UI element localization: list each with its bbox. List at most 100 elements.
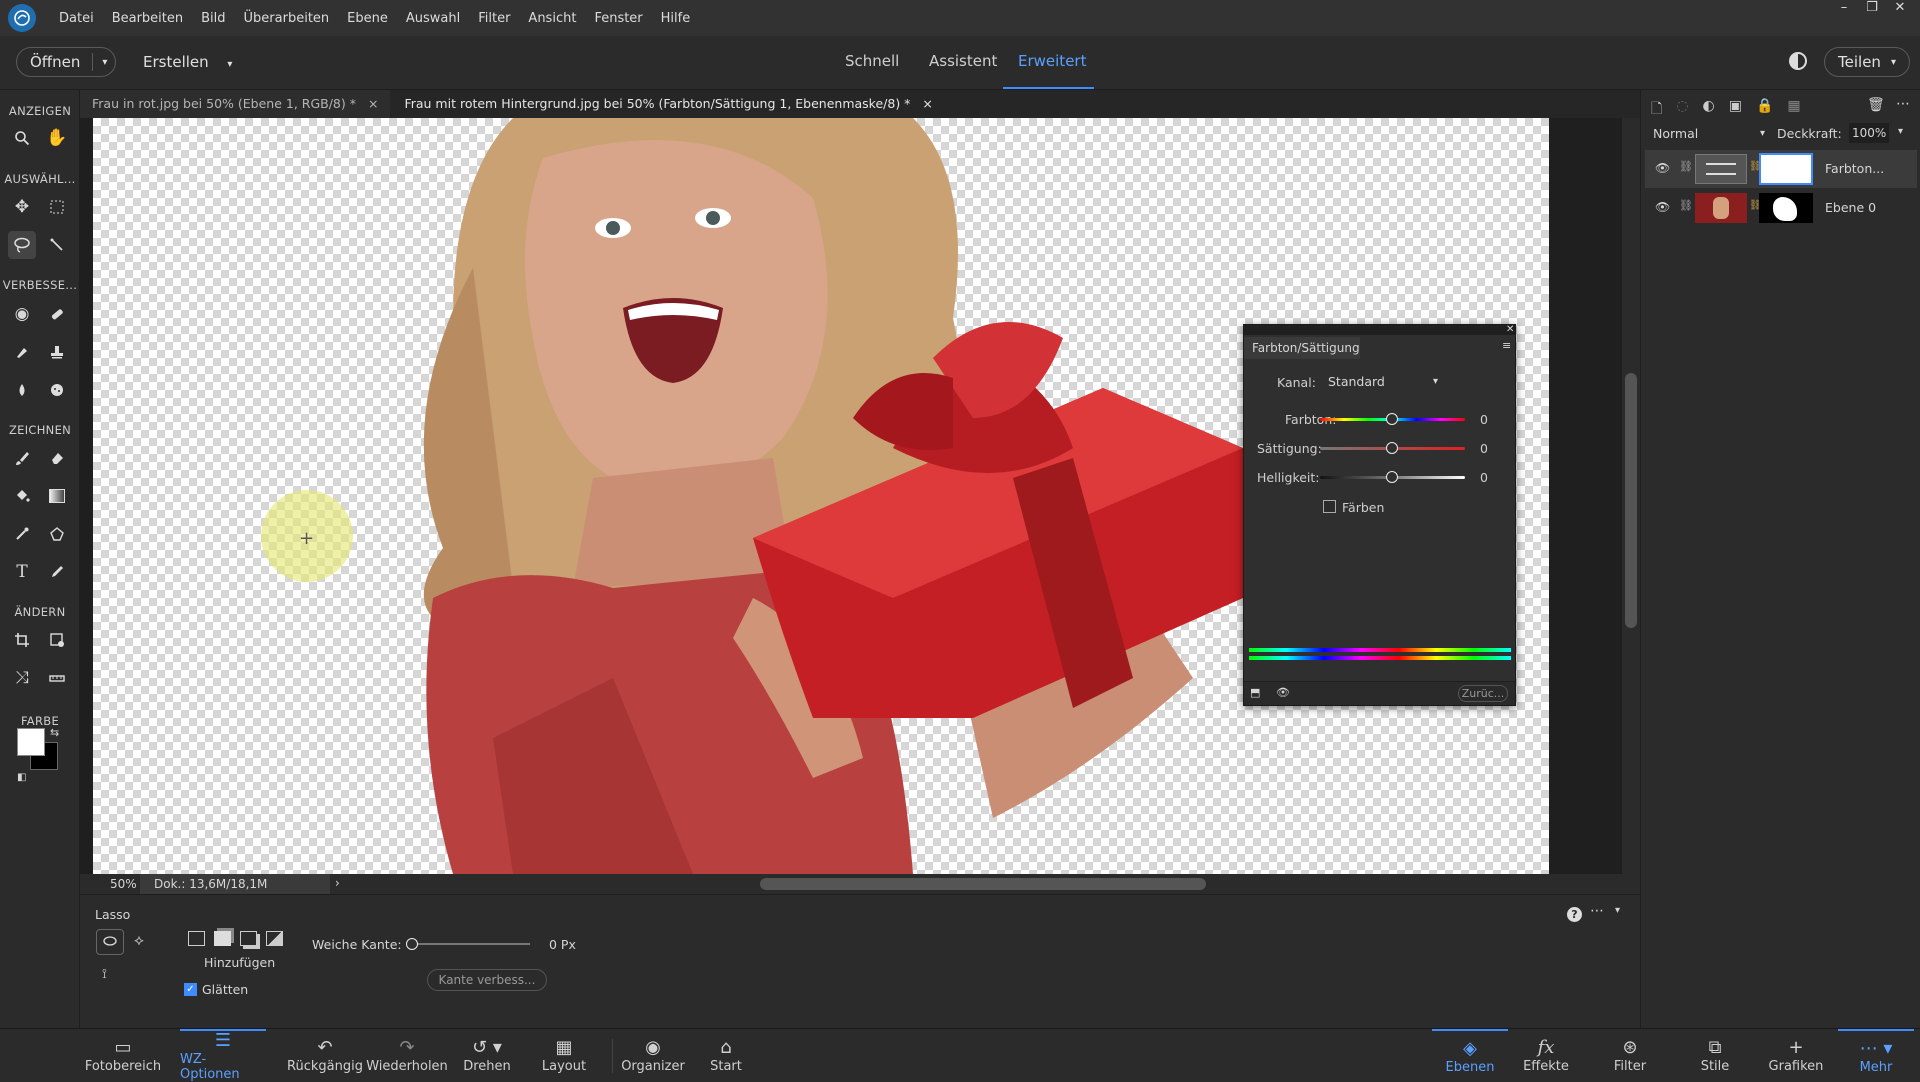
content-aware-move-tool-icon[interactable]: ⤨ bbox=[8, 664, 36, 692]
tool-options-button[interactable]: ☰ WZ-Optionen bbox=[180, 1029, 266, 1082]
close-tab-icon[interactable]: × bbox=[368, 96, 378, 111]
menu-ebene[interactable]: Ebene bbox=[338, 11, 397, 26]
blend-mode-select[interactable]: Normal ▾ bbox=[1649, 122, 1769, 144]
foreground-color-swatch[interactable] bbox=[17, 728, 45, 756]
subtract-selection-icon[interactable] bbox=[240, 931, 257, 946]
menu-hilfe[interactable]: Hilfe bbox=[652, 11, 700, 26]
smart-brush-tool-icon[interactable] bbox=[8, 338, 36, 366]
pencil-tool-icon[interactable] bbox=[43, 558, 71, 586]
eyedropper-tool-icon[interactable] bbox=[8, 520, 36, 548]
menu-bearbeiten[interactable]: Bearbeiten bbox=[103, 11, 192, 26]
layout-button[interactable]: ▦ Layout bbox=[534, 1029, 594, 1081]
share-button[interactable]: Teilen ▾ bbox=[1824, 47, 1910, 77]
effects-button[interactable]: fx Effekte bbox=[1516, 1029, 1576, 1081]
app-logo-icon[interactable] bbox=[8, 4, 36, 32]
move-tool-icon[interactable]: ✥ bbox=[8, 193, 36, 221]
spot-healing-tool-icon[interactable] bbox=[43, 300, 71, 328]
type-tool-icon[interactable]: T bbox=[8, 558, 36, 586]
vertical-scrollbar[interactable] bbox=[1622, 118, 1640, 874]
chevron-down-icon[interactable]: ▾ bbox=[102, 57, 107, 68]
paint-bucket-tool-icon[interactable] bbox=[8, 482, 36, 510]
channel-select[interactable]: Standard ▾ bbox=[1328, 371, 1438, 393]
status-menu-arrow[interactable]: › bbox=[335, 876, 340, 890]
swap-colors-icon[interactable]: ⇆ bbox=[50, 726, 59, 739]
menu-ueberarbeiten[interactable]: Überarbeiten bbox=[235, 11, 339, 26]
saturation-slider-knob[interactable] bbox=[1386, 442, 1398, 454]
restore-button[interactable]: ❐ bbox=[1858, 0, 1886, 22]
layer-row-ebene0[interactable]: 👁 ⛓ ⛓ Ebene 0 bbox=[1645, 189, 1917, 227]
more-button[interactable]: ⋯ ▾ Mehr bbox=[1838, 1029, 1914, 1081]
recompose-tool-icon[interactable] bbox=[43, 626, 71, 654]
crop-tool-icon[interactable] bbox=[8, 626, 36, 654]
hand-tool-icon[interactable]: ✋ bbox=[43, 124, 71, 152]
eraser-tool-icon[interactable] bbox=[43, 444, 71, 472]
visibility-eye-icon[interactable]: 👁 bbox=[1655, 200, 1670, 214]
red-eye-tool-icon[interactable]: ◉ bbox=[8, 300, 36, 328]
delete-layer-icon[interactable]: 🗑 bbox=[1867, 97, 1885, 113]
tab-schnell[interactable]: Schnell bbox=[845, 52, 899, 70]
horizontal-scrollbar-thumb[interactable] bbox=[760, 878, 1206, 890]
filter-button[interactable]: ⊛ Filter bbox=[1600, 1029, 1660, 1081]
blur-tool-icon[interactable] bbox=[8, 376, 36, 404]
smooth-checkbox[interactable]: ✓ bbox=[184, 983, 197, 996]
organizer-button[interactable]: ◉ Organizer bbox=[618, 1029, 688, 1081]
create-button[interactable]: Erstellen ▾ bbox=[143, 53, 232, 71]
new-layer-icon[interactable]: 🗋 bbox=[1651, 98, 1662, 122]
more-options-icon[interactable]: ⋯ bbox=[1590, 903, 1604, 919]
dialog-menu-icon[interactable]: ≡ bbox=[1502, 339, 1511, 352]
doc-tab-1[interactable]: Frau in rot.jpg bei 50% (Ebene 1, RGB/8)… bbox=[80, 90, 391, 118]
menu-ansicht[interactable]: Ansicht bbox=[519, 11, 585, 26]
styles-button[interactable]: ⧉ Stile bbox=[1685, 1029, 1745, 1081]
adjustment-layer-icon[interactable]: ◐ bbox=[1702, 98, 1714, 122]
lock-icon[interactable]: 🔒 bbox=[1756, 98, 1773, 122]
refine-edge-button[interactable]: Kante verbess... bbox=[427, 969, 547, 991]
intersect-selection-icon[interactable] bbox=[266, 931, 283, 946]
lightness-slider-knob[interactable] bbox=[1386, 471, 1398, 483]
close-window-button[interactable]: ✕ bbox=[1886, 0, 1914, 22]
add-to-selection-icon[interactable] bbox=[214, 931, 231, 946]
lasso-tool-icon[interactable] bbox=[8, 231, 36, 259]
layer-row-adjustment[interactable]: 👁 ⛓ ⛓ Farbton... bbox=[1645, 150, 1917, 188]
layer-mask-thumbnail[interactable] bbox=[1759, 193, 1813, 223]
collapse-chevron-icon[interactable]: ▾ bbox=[1615, 905, 1620, 916]
lasso-variant-icon[interactable] bbox=[96, 929, 124, 955]
reset-button[interactable]: Zurüc... bbox=[1458, 685, 1508, 702]
feather-slider-knob[interactable] bbox=[406, 938, 418, 950]
menu-datei[interactable]: Datei bbox=[50, 11, 103, 26]
new-selection-icon[interactable] bbox=[188, 931, 205, 946]
dialog-title-tab[interactable]: Farbton/Sättigung bbox=[1244, 337, 1360, 359]
zoom-tool-icon[interactable] bbox=[8, 124, 36, 152]
lock-transparent-icon[interactable]: ▦ bbox=[1787, 98, 1800, 122]
scrollbar-thumb[interactable] bbox=[1625, 373, 1637, 628]
tab-erweitert[interactable]: Erweitert bbox=[1018, 52, 1086, 70]
home-button[interactable]: ⌂ Start bbox=[696, 1029, 756, 1081]
menu-auswahl[interactable]: Auswahl bbox=[397, 11, 469, 26]
sponge-tool-icon[interactable] bbox=[43, 376, 71, 404]
doc-tab-2[interactable]: Frau mit rotem Hintergrund.jpg bei 50% (… bbox=[392, 90, 945, 118]
clip-to-layer-icon[interactable]: ⬒ bbox=[1250, 686, 1260, 699]
marquee-tool-icon[interactable] bbox=[43, 193, 71, 221]
new-group-icon[interactable]: ◌ bbox=[1676, 98, 1688, 122]
rotate-button[interactable]: ↺ ▾ Drehen bbox=[457, 1029, 517, 1081]
graphics-button[interactable]: + Grafiken bbox=[1763, 1029, 1829, 1081]
lightness-slider[interactable] bbox=[1320, 471, 1465, 483]
clone-stamp-tool-icon[interactable] bbox=[43, 338, 71, 366]
feather-slider[interactable] bbox=[406, 938, 530, 950]
hue-slider[interactable] bbox=[1320, 413, 1465, 425]
opacity-input[interactable]: 100% bbox=[1849, 123, 1889, 143]
tab-assistent[interactable]: Assistent bbox=[929, 52, 997, 70]
layer-mask-icon[interactable]: ▣ bbox=[1729, 98, 1742, 122]
visibility-eye-icon[interactable]: 👁 bbox=[1655, 161, 1670, 175]
open-button[interactable]: Öffnen ▾ bbox=[16, 47, 116, 77]
magic-wand-tool-icon[interactable] bbox=[43, 231, 71, 259]
layers-button[interactable]: ◈ Ebenen bbox=[1432, 1029, 1508, 1081]
panel-menu-icon[interactable]: ⋯ bbox=[1896, 96, 1910, 112]
colorize-checkbox[interactable] bbox=[1323, 500, 1336, 513]
minimize-button[interactable]: – bbox=[1830, 0, 1858, 22]
menu-filter[interactable]: Filter bbox=[469, 11, 519, 26]
saturation-slider[interactable] bbox=[1320, 442, 1465, 454]
menu-fenster[interactable]: Fenster bbox=[585, 11, 651, 26]
default-colors-icon[interactable]: ◧ bbox=[17, 772, 26, 783]
theme-toggle-icon[interactable] bbox=[1789, 52, 1807, 70]
dialog-close-icon[interactable]: ✕ bbox=[1506, 324, 1514, 335]
